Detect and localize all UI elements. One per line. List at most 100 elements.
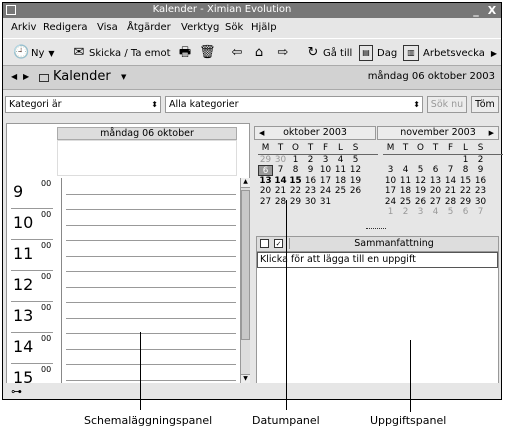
- calendar-day[interactable]: 5: [348, 155, 363, 166]
- menu-redigera[interactable]: Redigera: [43, 22, 88, 33]
- next-month-icon[interactable]: ▶: [489, 127, 494, 139]
- chevron-down-icon[interactable]: ▼: [48, 49, 54, 58]
- calendar-day[interactable]: 23: [303, 186, 318, 197]
- calendar-day[interactable]: 2: [303, 155, 318, 166]
- calendar-day[interactable]: 12: [348, 165, 363, 176]
- calendar-day[interactable]: 19: [348, 176, 363, 187]
- calendar-day[interactable]: 4: [333, 155, 348, 166]
- calendar-day[interactable]: 1: [458, 155, 473, 166]
- nav-left-icon[interactable]: ◀: [11, 72, 17, 81]
- calendar-day[interactable]: 30: [473, 197, 488, 208]
- new-button[interactable]: 🕘 Ny ▼: [13, 43, 55, 63]
- splitter-handle[interactable]: [366, 228, 386, 231]
- calendar-day[interactable]: 20: [428, 186, 443, 197]
- chevron-down-icon[interactable]: ▼: [121, 73, 126, 81]
- calendar-day[interactable]: 2: [398, 207, 413, 218]
- previous-button[interactable]: ⇦: [229, 43, 245, 63]
- menu-arkiv[interactable]: Arkiv: [11, 22, 36, 33]
- calendar-day[interactable]: 3: [413, 207, 428, 218]
- next-button[interactable]: ⇨: [275, 43, 291, 63]
- calendar-day[interactable]: 8: [288, 165, 303, 176]
- calendar-day[interactable]: 21: [443, 186, 458, 197]
- all-day-area[interactable]: [57, 140, 237, 176]
- calendar-day[interactable]: 18: [398, 186, 413, 197]
- calendar-day[interactable]: 22: [288, 186, 303, 197]
- calendar-day[interactable]: 24: [318, 186, 333, 197]
- print-button[interactable]: 🖶: [177, 43, 193, 63]
- calendar-day[interactable]: 9: [473, 165, 488, 176]
- workweek-view-button[interactable]: ▥ Arbetsvecka ▶: [403, 43, 497, 63]
- calendar-day[interactable]: 15: [288, 176, 303, 187]
- close-button[interactable]: X: [485, 3, 499, 18]
- calendar-day[interactable]: 24: [383, 197, 398, 208]
- goto-button[interactable]: ↻ Gå till: [305, 43, 353, 63]
- menu-visa[interactable]: Visa: [97, 22, 118, 33]
- calendar-day[interactable]: 3: [318, 155, 333, 166]
- calendar-day[interactable]: 31: [318, 197, 333, 208]
- calendar-day[interactable]: 10: [383, 176, 398, 187]
- calendar-day[interactable]: 29: [258, 155, 273, 166]
- calendar-day[interactable]: 12: [413, 176, 428, 187]
- minimize-button[interactable]: _: [469, 3, 483, 18]
- calendar-day[interactable]: 30: [273, 155, 288, 166]
- calendar-day[interactable]: 19: [413, 186, 428, 197]
- clear-button[interactable]: Töm: [471, 96, 499, 113]
- calendar-day[interactable]: 9: [303, 165, 318, 176]
- calendar-day[interactable]: 7: [473, 207, 488, 218]
- online-status-icon[interactable]: ⊶: [11, 385, 22, 398]
- calendar-day[interactable]: 26: [413, 197, 428, 208]
- calendar-day[interactable]: 6: [458, 207, 473, 218]
- calendar-day[interactable]: 11: [398, 176, 413, 187]
- priority-column-checkbox[interactable]: ✓: [274, 239, 283, 248]
- calendar-day[interactable]: 7: [443, 165, 458, 176]
- calendar-day[interactable]: 20: [258, 186, 273, 197]
- search-field-select[interactable]: Kategori är ⬍: [5, 96, 161, 113]
- calendar-day[interactable]: 15: [458, 176, 473, 187]
- calendar-day[interactable]: 27: [258, 197, 273, 208]
- calendar-day[interactable]: 23: [473, 186, 488, 197]
- calendar-day[interactable]: 6: [258, 165, 273, 176]
- category-select[interactable]: Alla kategorier ⬍: [165, 96, 423, 113]
- search-now-button[interactable]: Sök nu: [427, 96, 467, 113]
- calendar-day[interactable]: 21: [273, 186, 288, 197]
- nav-right-icon[interactable]: ▶: [23, 72, 29, 81]
- calendar-day[interactable]: 5: [443, 207, 458, 218]
- calendar-day[interactable]: 17: [318, 176, 333, 187]
- send-receive-button[interactable]: ✉ Skicka / Ta emot: [71, 43, 171, 63]
- calendar-day[interactable]: 1: [288, 155, 303, 166]
- prev-month-icon[interactable]: ◀: [259, 127, 264, 139]
- complete-column-checkbox[interactable]: [260, 239, 269, 248]
- day-header[interactable]: måndag 06 oktober: [57, 127, 237, 140]
- calendar-day[interactable]: 16: [473, 176, 488, 187]
- calendar-day[interactable]: 3: [383, 165, 398, 176]
- calendar-day[interactable]: 25: [398, 197, 413, 208]
- folder-title[interactable]: Kalender: [53, 69, 111, 84]
- calendar-day[interactable]: 13: [428, 176, 443, 187]
- menu-hjalp[interactable]: Hjälp: [251, 22, 277, 33]
- calendar-day[interactable]: 11: [333, 165, 348, 176]
- calendar-day[interactable]: 5: [413, 165, 428, 176]
- calendar-day[interactable]: 27: [428, 197, 443, 208]
- calendar-day[interactable]: 1: [383, 207, 398, 218]
- calendar-day[interactable]: 25: [333, 186, 348, 197]
- calendar-day[interactable]: 6: [428, 165, 443, 176]
- menu-atgarder[interactable]: Åtgärder: [127, 22, 171, 33]
- delete-button[interactable]: 🗑: [199, 43, 216, 63]
- day-view-button[interactable]: ▤ Dag: [359, 43, 397, 63]
- toolbar-overflow-icon[interactable]: ▶: [491, 49, 497, 58]
- today-button[interactable]: ⌂: [251, 43, 267, 63]
- calendar-day[interactable]: 14: [273, 176, 288, 187]
- calendar-day[interactable]: 8: [458, 165, 473, 176]
- calendar-day[interactable]: 18: [333, 176, 348, 187]
- calendar-day[interactable]: 29: [288, 197, 303, 208]
- calendar-day[interactable]: 28: [443, 197, 458, 208]
- calendar-day[interactable]: 29: [458, 197, 473, 208]
- calendar-day[interactable]: 14: [443, 176, 458, 187]
- summary-column-header[interactable]: Sammanfattning: [289, 238, 498, 249]
- calendar-day[interactable]: 4: [398, 165, 413, 176]
- calendar-day[interactable]: 22: [458, 186, 473, 197]
- calendar-day[interactable]: 4: [428, 207, 443, 218]
- calendar-day[interactable]: 26: [348, 186, 363, 197]
- calendar-day[interactable]: 17: [383, 186, 398, 197]
- menu-verktyg[interactable]: Verktyg: [181, 22, 219, 33]
